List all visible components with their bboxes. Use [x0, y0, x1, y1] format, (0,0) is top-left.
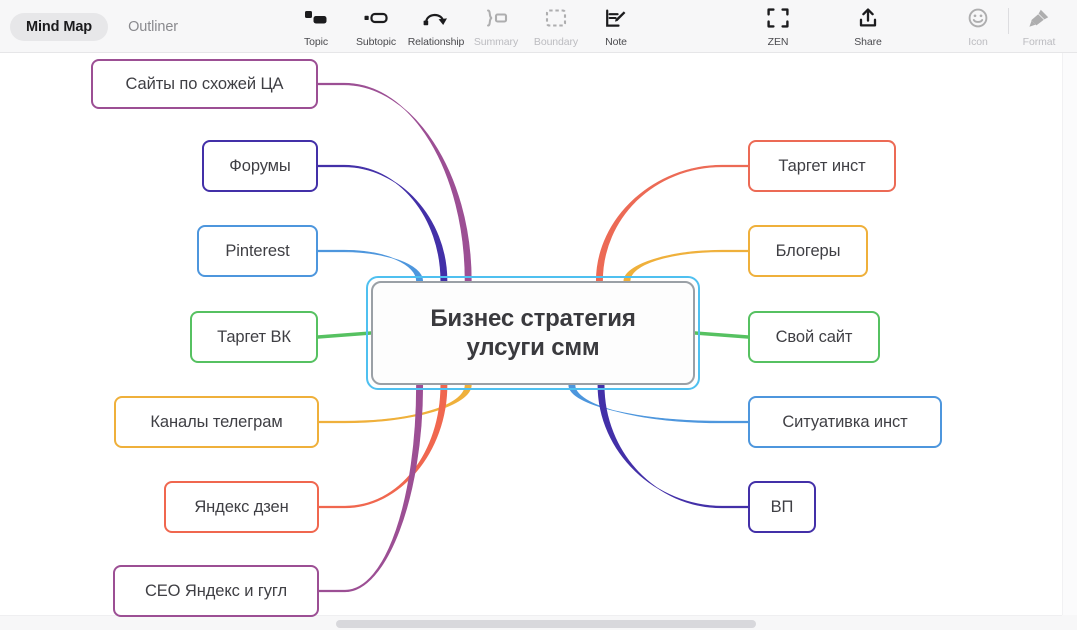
relationship-button[interactable]: Relationship	[406, 3, 466, 48]
mindmap-connector	[568, 384, 749, 424]
boundary-button[interactable]: Boundary	[526, 3, 586, 48]
topic-button[interactable]: Topic	[286, 3, 346, 48]
mindmap-node-label: Форумы	[229, 156, 291, 175]
format-button[interactable]: Format	[1009, 3, 1069, 48]
mindmap-node[interactable]: Свой сайт	[748, 311, 880, 363]
mindmap-node[interactable]: Таргет ВК	[190, 311, 318, 363]
mindmap-node[interactable]: СЕО Яндекс и гугл	[113, 565, 319, 617]
mindmap-connector	[318, 384, 472, 424]
zen-button[interactable]: ZEN	[748, 3, 808, 48]
toolbar-group-main: Topic Subtopic Relationship Summary Boun…	[286, 3, 646, 48]
note-button[interactable]: Note	[586, 3, 646, 48]
mindmap-node[interactable]: Таргет инст	[748, 140, 896, 192]
mindmap-node-label: ВП	[770, 497, 794, 516]
brush-icon	[1017, 5, 1061, 31]
topic-icon	[294, 5, 338, 31]
mindmap-canvas[interactable]: Бизнес стратегия улсуги смм Сайты по схоже…	[0, 53, 1077, 630]
zen-label: ZEN	[767, 36, 789, 48]
icon-button[interactable]: Icon	[948, 3, 1008, 48]
share-icon	[846, 5, 890, 31]
root-node[interactable]: Бизнес стратегия улсуги смм	[371, 281, 695, 385]
tab-outliner[interactable]: Outliner	[112, 13, 194, 41]
mindmap-node-label: СЕО Яндекс и гугл	[144, 581, 288, 600]
mindmap-connector	[597, 384, 749, 509]
summary-icon	[474, 5, 518, 31]
mindmap-node-label: Каналы телеграм	[150, 412, 283, 431]
tab-mind-map[interactable]: Mind Map	[10, 13, 109, 41]
mindmap-connector	[317, 331, 372, 339]
mindmap-node-label: Свой сайт	[775, 327, 853, 346]
horizontal-scrollbar-track[interactable]	[0, 615, 1062, 630]
icon-label: Icon	[968, 36, 988, 48]
boundary-label: Boundary	[533, 36, 579, 48]
mindmap-node-label: Ситуативка инст	[782, 412, 908, 431]
toolbar: Mind Map Outliner Topic Subtopic Relatio…	[0, 0, 1077, 53]
mindmap-node-label: Таргет ВК	[217, 327, 291, 346]
subtopic-label: Subtopic	[355, 36, 397, 48]
summary-label: Summary	[473, 36, 519, 48]
mindmap-node-label: Pinterest	[225, 241, 290, 260]
mindmap-connector	[317, 164, 448, 282]
mindmap-node-label: Яндекс дзен	[194, 497, 289, 516]
mindmap-node[interactable]: Форумы	[202, 140, 318, 192]
mindmap-node[interactable]: Каналы телеграм	[114, 396, 319, 448]
boundary-icon	[534, 5, 578, 31]
horizontal-scrollbar-thumb[interactable]	[336, 620, 756, 628]
note-label: Note	[605, 36, 627, 48]
mindmap-node-label: Сайты по схожей ЦА	[125, 74, 284, 93]
toolbar-group-zen: ZEN Share	[748, 3, 898, 48]
fullscreen-icon	[756, 5, 800, 31]
subtopic-button[interactable]: Subtopic	[346, 3, 406, 48]
note-icon	[594, 5, 638, 31]
subtopic-icon	[354, 5, 398, 31]
relationship-icon	[414, 5, 458, 31]
view-mode-tabs: Mind Map Outliner	[10, 13, 194, 41]
mindmap-node-label: Таргет инст	[778, 156, 866, 175]
mindmap-app: Mind Map Outliner Topic Subtopic Relatio…	[0, 0, 1077, 630]
mindmap-connector	[694, 331, 749, 339]
mindmap-connector	[595, 164, 749, 282]
root-node-label: Бизнес стратегия улсуги смм	[430, 304, 636, 361]
share-button[interactable]: Share	[838, 3, 898, 48]
share-label: Share	[854, 36, 882, 48]
mindmap-connector	[317, 249, 424, 282]
summary-button[interactable]: Summary	[466, 3, 526, 48]
mindmap-node[interactable]: Pinterest	[197, 225, 318, 277]
mindmap-node[interactable]: Сайты по схожей ЦА	[91, 59, 318, 109]
mindmap-node[interactable]: ВП	[748, 481, 816, 533]
toolbar-group-right: Icon Format	[948, 3, 1069, 48]
mindmap-connector	[318, 384, 448, 509]
emoji-icon	[956, 5, 1000, 31]
mindmap-node[interactable]: Ситуативка инст	[748, 396, 942, 448]
mindmap-node[interactable]: Блогеры	[748, 225, 868, 277]
mindmap-connector	[623, 249, 749, 282]
mindmap-node[interactable]: Яндекс дзен	[164, 481, 319, 533]
scrollbar-corner	[1062, 615, 1077, 630]
vertical-scrollbar-track[interactable]	[1062, 53, 1077, 615]
topic-label: Topic	[303, 36, 328, 48]
format-label: Format	[1022, 36, 1056, 48]
relationship-label: Relationship	[407, 36, 465, 48]
mindmap-node-label: Блогеры	[775, 241, 841, 260]
